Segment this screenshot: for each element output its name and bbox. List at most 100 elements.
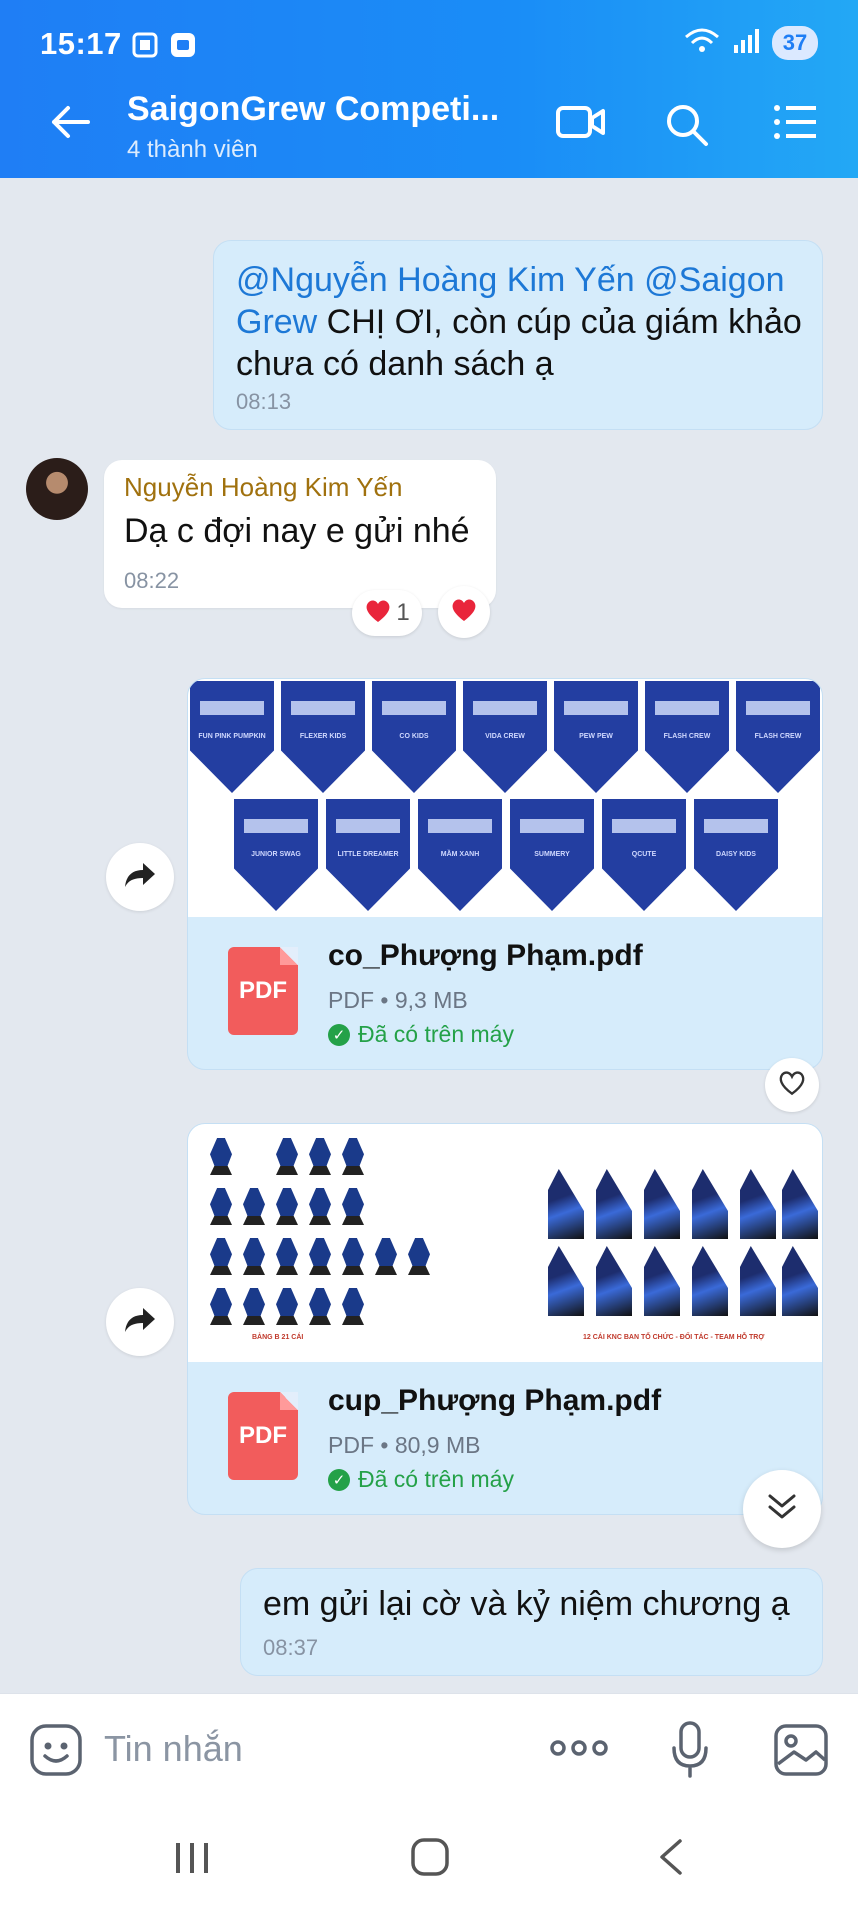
avatar[interactable] [26,458,88,520]
file-info[interactable]: PDF co_Phượng Phạm.pdf PDF • 9,3 MB ✓ Đã … [188,917,822,1067]
trophy-image [276,1129,298,1175]
trophy-image [342,1179,364,1225]
message-outgoing-1[interactable]: @Nguyễn Hoàng Kim Yến @Saigon Grew CHỊ Ơ… [213,240,823,430]
trophy-image [408,1229,430,1275]
video-call-icon[interactable] [556,102,606,147]
trophy-image [342,1279,364,1325]
message-time: 08:37 [263,1635,319,1660]
file-preview[interactable]: FUN PINK PUMPKIN FLEXER KIDS CO KIDS VID… [188,679,822,917]
file-message-3[interactable]: FUN PINK PUMPKIN FLEXER KIDS CO KIDS VID… [187,678,823,1070]
crystal-trophy-image [740,1169,776,1239]
pennant-image: CO KIDS [372,681,456,793]
trophy-image [210,1279,232,1325]
message-text: Dạ c đợi nay e gửi nhé [124,512,470,550]
more-options-icon[interactable] [548,1734,610,1767]
share-arrow-icon [123,1306,157,1339]
react-button[interactable] [438,586,490,638]
list-menu-icon[interactable] [772,102,818,147]
preview-caption: BẢNG B 21 CÁI [252,1334,304,1341]
trophy-image [309,1279,331,1325]
message-incoming-2[interactable]: Nguyễn Hoàng Kim Yến Dạ c đợi nay e gửi … [104,460,496,608]
crystal-trophy-image [740,1246,776,1316]
app-header: 15:17 37 SaigonGrew Competi... 4 thành v… [0,0,858,178]
pdf-file-icon: PDF [228,1392,298,1480]
image-gallery-icon[interactable] [772,1722,830,1783]
pennant-image: JUNIOR SWAG [234,799,318,911]
reaction-summary[interactable]: 1 [352,590,422,636]
pennant-image: FUN PINK PUMPKIN [190,681,274,793]
status-time: 15:17 [40,26,122,61]
file-message-4[interactable]: BẢNG B 21 CÁI 12 CÁI KNC BAN TỔ CHỨC - Đ… [187,1123,823,1515]
message-outgoing-5[interactable]: em gửi lại cờ và kỷ niệm chương ạ 08:37 [240,1568,823,1676]
crystal-trophy-image [692,1169,728,1239]
mention-link[interactable]: @Nguyễn Hoàng Kim Yến [236,261,635,299]
screenshot-icon [130,30,160,65]
microphone-icon[interactable] [670,1720,710,1785]
message-time: 08:22 [124,568,180,593]
react-button[interactable] [765,1058,819,1112]
download-status: ✓ Đã có trên máy [328,1466,514,1493]
trophy-image [210,1229,232,1275]
crystal-trophy-image [644,1246,680,1316]
chat-title[interactable]: SaigonGrew Competi... [127,90,507,129]
message-text: @Nguyễn Hoàng Kim Yến @Saigon Grew CHỊ Ơ… [236,259,806,385]
message-body: CHỊ ƠI, còn cúp của giám khảo chưa có da… [236,303,802,383]
search-icon[interactable] [664,102,710,153]
trophy-image [309,1229,331,1275]
forward-button[interactable] [106,843,174,911]
message-input[interactable]: Tin nhắn [104,1728,243,1770]
trophy-image [243,1179,265,1225]
notification-app-icon [168,30,198,65]
pennant-image: FLASH CREW [736,681,820,793]
member-count[interactable]: 4 thành viên [127,136,258,164]
pennant-image: MẦM XANH [418,799,502,911]
heart-icon [450,597,478,628]
message-list[interactable]: @Nguyễn Hoàng Kim Yến @Saigon Grew CHỊ Ơ… [0,178,858,1693]
trophy-image [276,1279,298,1325]
crystal-trophy-image [548,1246,584,1316]
check-circle-icon: ✓ [328,1023,350,1046]
file-info[interactable]: PDF cup_Phượng Phạm.pdf PDF • 80,9 MB ✓ Đ… [188,1362,822,1512]
trophy-image [375,1229,397,1275]
pennant-image: VIDA CREW [463,681,547,793]
crystal-trophy-image [596,1169,632,1239]
chat-nav: SaigonGrew Competi... 4 thành viên [0,80,858,170]
preview-caption: 12 CÁI KNC BAN TỔ CHỨC - ĐỐI TÁC - TEAM … [583,1334,765,1341]
trophy-image [276,1229,298,1275]
crystal-trophy-image [596,1246,632,1316]
check-circle-icon: ✓ [328,1468,350,1491]
file-preview[interactable]: BẢNG B 21 CÁI 12 CÁI KNC BAN TỔ CHỨC - Đ… [188,1124,822,1362]
forward-button[interactable] [106,1288,174,1356]
crystal-trophy-image [548,1169,584,1239]
sender-name[interactable]: Nguyễn Hoàng Kim Yến [124,472,402,503]
file-name: cup_Phượng Phạm.pdf [328,1384,662,1417]
file-meta: PDF • 9,3 MB [328,987,468,1013]
crystal-trophy-image [782,1246,818,1316]
sticker-icon[interactable] [28,1722,84,1783]
pennant-image: PEW PEW [554,681,638,793]
recent-apps-icon[interactable] [172,1841,212,1880]
trophy-image [243,1229,265,1275]
trophy-image [243,1279,265,1325]
share-arrow-icon [123,861,157,894]
message-text: em gửi lại cờ và kỷ niệm chương ạ [263,1585,790,1623]
back-arrow-icon[interactable] [48,100,92,149]
crystal-trophy-image [782,1169,818,1239]
status-right-group: 37 [684,26,818,60]
status-bar: 15:17 37 [40,22,818,68]
heart-icon [364,598,392,629]
pennant-image: FLASH CREW [645,681,729,793]
download-status: ✓ Đã có trên máy [328,1021,514,1048]
home-icon[interactable] [410,1837,450,1882]
crystal-trophy-image [644,1169,680,1239]
back-nav-icon[interactable] [656,1837,686,1882]
trophy-image [210,1179,232,1225]
scroll-to-bottom-button[interactable] [743,1470,821,1548]
trophy-image [276,1179,298,1225]
system-navigation-bar [0,1805,858,1908]
trophy-image [210,1129,232,1175]
trophy-image [342,1129,364,1175]
message-time: 08:13 [236,389,292,414]
crystal-trophy-image [692,1246,728,1316]
heart-outline-icon [777,1069,807,1102]
